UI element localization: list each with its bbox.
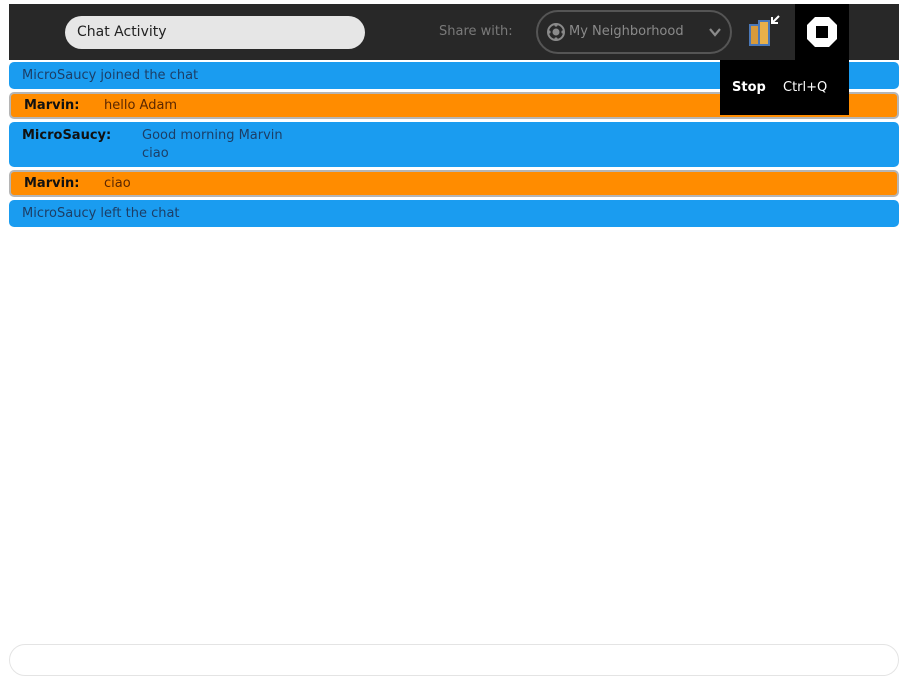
keep-icon: [749, 15, 780, 46]
chat-entry-field[interactable]: [9, 644, 899, 676]
chat-message: MicroSaucy: Good morning Marvin ciao: [9, 122, 899, 167]
message-text: ciao: [104, 176, 131, 191]
status-text: MicroSaucy joined the chat: [22, 68, 199, 83]
stop-palette-title[interactable]: Stop: [732, 80, 766, 95]
stop-icon: [807, 17, 837, 47]
message-nick: Marvin:: [24, 98, 80, 113]
activity-title-field[interactable]: Chat Activity: [65, 16, 365, 49]
stop-palette: Stop Ctrl+Q: [720, 60, 849, 115]
message-text: Good morning Marvin: [142, 128, 283, 143]
stop-palette-accelerator: Ctrl+Q: [783, 80, 828, 95]
share-with-value: My Neighborhood: [569, 24, 684, 39]
status-text: MicroSaucy left the chat: [22, 206, 180, 221]
neighborhood-icon: [547, 23, 565, 41]
message-nick: MicroSaucy:: [22, 128, 112, 143]
message-nick: Marvin:: [24, 176, 80, 191]
share-with-label: Share with:: [439, 24, 513, 39]
message-text: ciao: [142, 146, 169, 161]
share-with-combo[interactable]: My Neighborhood: [536, 10, 732, 54]
keep-button[interactable]: [745, 12, 789, 52]
stop-button[interactable]: [795, 4, 849, 60]
message-text: hello Adam: [104, 98, 178, 113]
chat-message: Marvin: ciao: [9, 170, 899, 197]
activity-toolbar: Chat Activity Share with: My Neighborhoo…: [9, 4, 899, 60]
chat-status-left: MicroSaucy left the chat: [9, 200, 899, 227]
chevron-down-icon: [709, 28, 721, 37]
